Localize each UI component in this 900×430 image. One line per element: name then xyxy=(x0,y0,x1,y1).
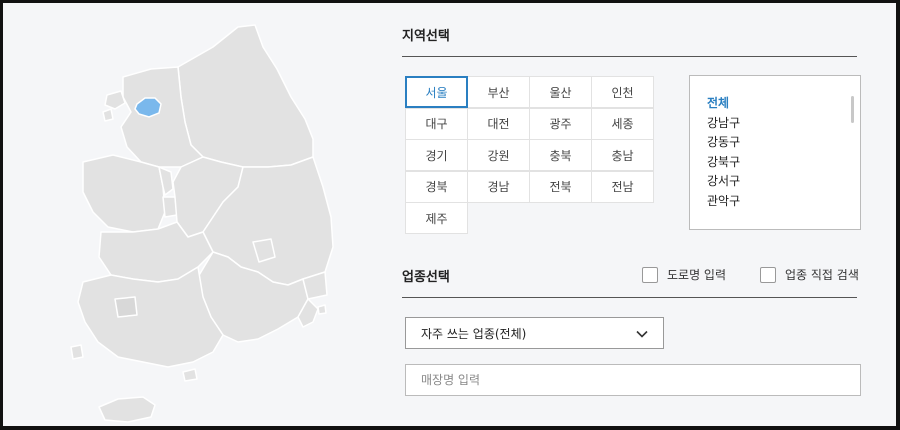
district-item[interactable]: 전체 xyxy=(707,94,860,114)
district-item[interactable]: 강동구 xyxy=(707,133,860,153)
region-button[interactable]: 충남 xyxy=(591,139,654,171)
region-button[interactable]: 경북 xyxy=(405,170,468,203)
region-button[interactable]: 광주 xyxy=(529,107,592,140)
map-region-gwangju[interactable] xyxy=(114,296,138,318)
road-name-checkbox[interactable]: 도로명 입력 xyxy=(642,266,726,283)
road-name-checkbox-label: 도로명 입력 xyxy=(667,268,727,282)
region-section-title: 지역선택 xyxy=(402,29,450,44)
page-frame: 지역선택 서울 부산 울산 인천 대구 대전 광주 세종 경기 강원 충북 충남 경북 경남 전북 전남 제주 … xyxy=(3,3,896,426)
district-item[interactable]: 강서구 xyxy=(707,172,860,192)
map-region-gangwon[interactable] xyxy=(177,24,314,168)
korea-map xyxy=(63,17,363,427)
region-button[interactable]: 대전 xyxy=(467,107,530,140)
map-region-jeju[interactable] xyxy=(98,396,156,423)
region-button[interactable]: 세종 xyxy=(591,107,654,140)
region-button[interactable]: 전북 xyxy=(529,170,592,203)
region-button[interactable]: 울산 xyxy=(529,76,592,108)
map-region-chungnam[interactable] xyxy=(82,154,166,233)
district-item[interactable]: 강남구 xyxy=(707,114,860,134)
map-region-jeonnam[interactable] xyxy=(77,266,224,368)
district-item[interactable]: 관악구 xyxy=(707,192,860,212)
road-name-checkbox-box[interactable] xyxy=(642,266,658,283)
region-button[interactable]: 강원 xyxy=(467,139,530,171)
direct-search-checkbox-label: 업종 직접 검색 xyxy=(785,268,859,282)
business-type-select-value: 자주 쓰는 업종(전체) xyxy=(421,326,527,341)
region-button[interactable]: 제주 xyxy=(405,202,468,234)
district-list[interactable]: 전체 강남구 강동구 강북구 강서구 관악구 xyxy=(689,75,861,230)
region-button[interactable]: 경기 xyxy=(405,139,468,171)
region-button[interactable]: 전남 xyxy=(591,170,654,203)
korea-map-svg xyxy=(70,24,334,423)
direct-search-checkbox-box[interactable] xyxy=(760,266,776,283)
district-scrollbar[interactable] xyxy=(851,96,854,123)
region-section-divider xyxy=(402,56,857,57)
region-button[interactable]: 경남 xyxy=(467,170,530,203)
business-type-select[interactable]: 자주 쓰는 업종(전체) xyxy=(405,317,664,349)
district-item[interactable]: 강북구 xyxy=(707,153,860,173)
business-section-divider xyxy=(402,297,857,298)
store-name-input[interactable] xyxy=(405,364,861,396)
map-region-incheon[interactable] xyxy=(104,90,126,110)
direct-search-checkbox[interactable]: 업종 직접 검색 xyxy=(760,266,859,283)
chevron-down-icon xyxy=(636,330,648,338)
region-button[interactable]: 부산 xyxy=(467,76,530,108)
business-section-title: 업종선택 xyxy=(402,270,450,285)
region-button[interactable]: 인천 xyxy=(591,76,654,108)
region-button[interactable]: 서울 xyxy=(405,76,468,108)
region-button[interactable]: 충북 xyxy=(529,139,592,171)
region-button[interactable]: 대구 xyxy=(405,107,468,140)
